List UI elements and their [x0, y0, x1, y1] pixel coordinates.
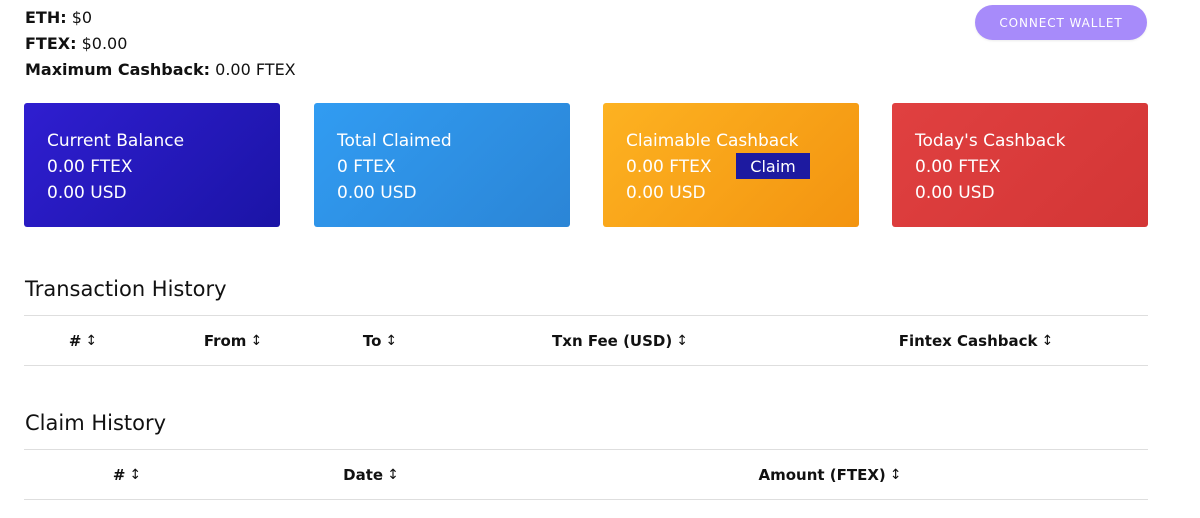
max-cashback-label: Maximum Cashback:: [25, 60, 211, 79]
column-header-index[interactable]: # ↕: [24, 316, 142, 365]
card-title: Total Claimed: [337, 131, 452, 151]
column-header-label: Txn Fee (USD): [552, 331, 673, 350]
sort-icon[interactable]: ↕: [890, 467, 902, 483]
todays-cashback-card: Today's Cashback 0.00 FTEX 0.00 USD: [892, 103, 1148, 227]
column-header-date[interactable]: Date ↕: [230, 450, 512, 499]
card-title: Claimable Cashback: [626, 131, 799, 151]
column-header-label: #: [68, 331, 82, 350]
card-usd-value: 0.00 USD: [626, 183, 706, 203]
sort-icon[interactable]: ↕: [129, 467, 141, 483]
claim-history-title: Claim History: [25, 411, 167, 435]
sort-icon[interactable]: ↕: [676, 333, 688, 349]
card-usd-value: 0.00 USD: [915, 183, 995, 203]
eth-label: ETH:: [25, 8, 67, 27]
card-ftex-value: 0.00 FTEX: [915, 157, 1001, 177]
sort-icon[interactable]: ↕: [250, 333, 262, 349]
total-claimed-card: Total Claimed 0 FTEX 0.00 USD: [314, 103, 570, 227]
eth-balance-row: ETH: $0: [25, 5, 296, 31]
sort-icon[interactable]: ↕: [387, 467, 399, 483]
card-title: Today's Cashback: [915, 131, 1066, 151]
max-cashback-value: 0.00 FTEX: [215, 60, 296, 79]
sort-icon[interactable]: ↕: [385, 333, 397, 349]
claim-history-table: # ↕ Date ↕ Amount (FTEX) ↕: [24, 449, 1148, 500]
column-header-amount[interactable]: Amount (FTEX) ↕: [512, 450, 1148, 499]
card-usd-value: 0.00 USD: [337, 183, 417, 203]
sort-icon[interactable]: ↕: [85, 333, 97, 349]
column-header-fintex-cashback[interactable]: Fintex Cashback ↕: [804, 316, 1148, 365]
current-balance-card: Current Balance 0.00 FTEX 0.00 USD: [24, 103, 280, 227]
claim-button[interactable]: Claim: [736, 153, 810, 179]
transaction-history-title: Transaction History: [25, 277, 227, 301]
connect-wallet-button[interactable]: CONNECT WALLET: [975, 5, 1147, 40]
column-header-label: To: [362, 331, 382, 350]
column-header-label: From: [203, 331, 247, 350]
card-ftex-row: 0.00 FTEX Claim: [626, 153, 859, 180]
card-ftex-value: 0 FTEX: [337, 157, 396, 177]
card-usd-value: 0.00 USD: [47, 183, 127, 203]
ftex-value: $0.00: [81, 34, 128, 53]
transaction-history-table: # ↕ From ↕ To ↕ Txn Fee (USD) ↕ Fintex Cashb…: [24, 315, 1148, 366]
claimable-cashback-card: Claimable Cashback 0.00 FTEX Claim 0.00 …: [603, 103, 859, 227]
column-header-label: Date: [343, 465, 384, 484]
column-header-label: Amount (FTEX): [758, 465, 886, 484]
column-header-label: Fintex Cashback: [898, 331, 1038, 350]
card-ftex-value: 0.00 FTEX: [626, 157, 712, 177]
column-header-from[interactable]: From ↕: [142, 316, 324, 365]
column-header-to[interactable]: To ↕: [324, 316, 436, 365]
ftex-balance-row: FTEX: $0.00: [25, 31, 296, 57]
sort-icon[interactable]: ↕: [1042, 333, 1054, 349]
column-header-index[interactable]: # ↕: [24, 450, 230, 499]
max-cashback-row: Maximum Cashback: 0.00 FTEX: [25, 57, 296, 83]
ftex-label: FTEX:: [25, 34, 77, 53]
column-header-label: #: [112, 465, 126, 484]
column-header-txn-fee[interactable]: Txn Fee (USD) ↕: [436, 316, 804, 365]
eth-value: $0: [71, 8, 93, 27]
card-ftex-value: 0.00 FTEX: [47, 157, 133, 177]
card-title: Current Balance: [47, 131, 185, 151]
wallet-summary: ETH: $0 FTEX: $0.00 Maximum Cashback: 0.…: [25, 5, 296, 83]
